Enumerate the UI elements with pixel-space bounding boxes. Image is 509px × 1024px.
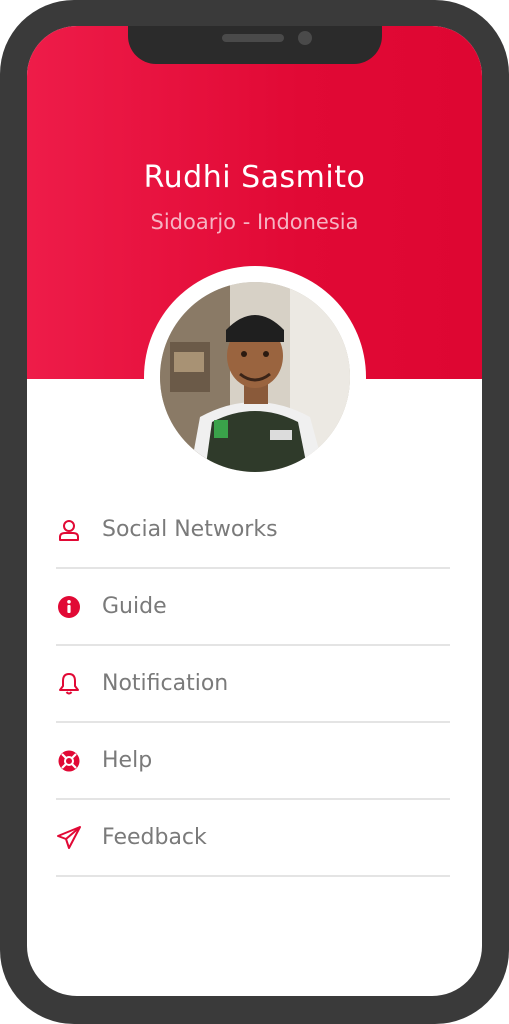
- menu-item-guide[interactable]: Guide: [56, 569, 450, 646]
- user-icon: [56, 517, 82, 543]
- profile-menu: Social Networks Guide Notification Help …: [56, 492, 450, 877]
- front-camera: [298, 31, 312, 45]
- menu-item-label: Social Networks: [102, 517, 278, 542]
- phone-notch: [128, 26, 382, 64]
- speaker-grille: [222, 34, 284, 42]
- phone-screen: Rudhi Sasmito Sidoarjo - Indonesia Socia…: [27, 26, 482, 996]
- menu-item-label: Help: [102, 748, 153, 773]
- menu-item-help[interactable]: Help: [56, 723, 450, 800]
- profile-location: Sidoarjo - Indonesia: [150, 210, 359, 234]
- avatar-photo: [160, 282, 350, 472]
- profile-name: Rudhi Sasmito: [143, 160, 366, 195]
- paper-plane-icon: [56, 825, 82, 851]
- phone-frame: Rudhi Sasmito Sidoarjo - Indonesia Socia…: [0, 0, 509, 1024]
- lifebuoy-icon: [56, 748, 82, 774]
- menu-item-label: Feedback: [102, 825, 207, 850]
- menu-item-label: Notification: [102, 671, 229, 696]
- menu-item-label: Guide: [102, 594, 167, 619]
- menu-item-feedback[interactable]: Feedback: [56, 800, 450, 877]
- menu-item-social-networks[interactable]: Social Networks: [56, 492, 450, 569]
- info-icon: [56, 594, 82, 620]
- menu-item-notification[interactable]: Notification: [56, 646, 450, 723]
- avatar[interactable]: [160, 282, 350, 472]
- bell-icon: [56, 671, 82, 697]
